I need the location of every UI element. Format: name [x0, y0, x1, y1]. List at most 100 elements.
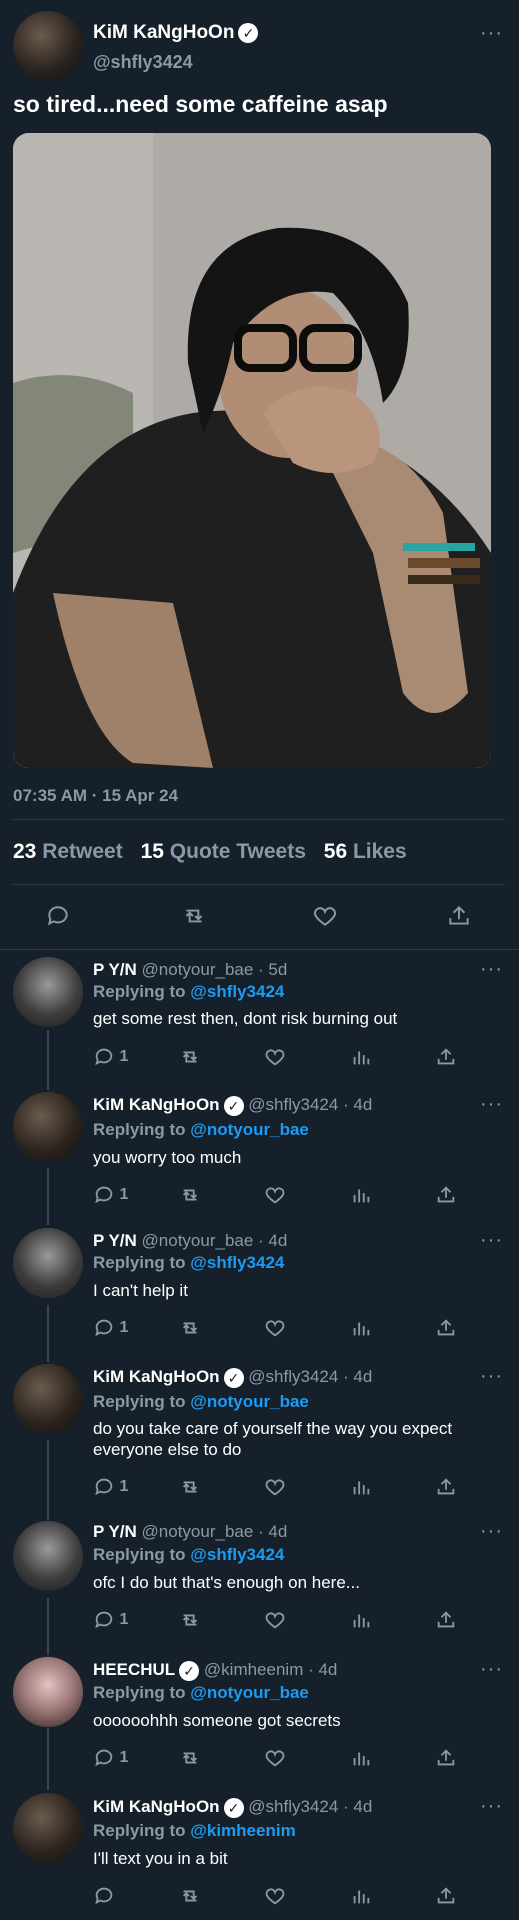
reply-action-share[interactable]	[435, 1046, 457, 1073]
reply-action-analytics[interactable]	[350, 1885, 372, 1912]
reply-action-analytics[interactable]	[350, 1046, 372, 1073]
author-avatar[interactable]	[13, 11, 83, 81]
author-handle[interactable]: @shfly3424	[93, 52, 193, 73]
reply-action-analytics[interactable]	[350, 1609, 372, 1636]
reply-avatar[interactable]	[13, 1228, 83, 1298]
reply-action-analytics[interactable]	[350, 1184, 372, 1211]
quotes-label: Quote Tweets	[169, 840, 306, 863]
replying-to-link[interactable]: @shfly3424	[190, 982, 284, 1001]
like-button[interactable]	[312, 903, 338, 929]
more-options-icon[interactable]: ···	[480, 1229, 503, 1252]
reply-action-analytics[interactable]	[350, 1317, 372, 1344]
reply-handle[interactable]: @kimheenim · 4d	[204, 1660, 337, 1679]
replying-to-link[interactable]: @shfly3424	[190, 1545, 284, 1564]
reply-action-like[interactable]	[264, 1046, 286, 1073]
reply-action-analytics[interactable]	[350, 1476, 372, 1503]
reply-avatar[interactable]	[13, 1364, 83, 1434]
reply-action-share[interactable]	[435, 1317, 457, 1344]
reply-avatar[interactable]	[13, 957, 83, 1027]
author-name-row[interactable]: KiM KaNgHoOn ✓	[93, 22, 259, 44]
reply-action-reply[interactable]: 1	[93, 1609, 128, 1631]
more-options-icon[interactable]: ···	[480, 1795, 503, 1818]
reply-count: 1	[119, 1048, 129, 1066]
tweet-photo[interactable]	[13, 133, 491, 768]
reply-action-share[interactable]	[435, 1184, 457, 1211]
reply-avatar[interactable]	[13, 1657, 83, 1727]
reply-action-like[interactable]	[264, 1885, 286, 1912]
thread-line	[47, 1598, 49, 1655]
reply-author-name[interactable]: P Y/N	[93, 1231, 137, 1250]
replying-to-link[interactable]: @shfly3424	[190, 1253, 284, 1272]
reply-author-name[interactable]: KiM KaNgHoOn	[93, 1797, 220, 1816]
reply-action-reply[interactable]	[93, 1885, 115, 1907]
retweet-button[interactable]	[180, 903, 208, 929]
reply-handle[interactable]: @notyour_bae · 5d	[142, 960, 288, 979]
reply-handle[interactable]: @notyour_bae · 4d	[142, 1522, 288, 1541]
author-name: KiM KaNgHoOn	[93, 22, 235, 43]
reply-author-name[interactable]: KiM KaNgHoOn	[93, 1367, 220, 1386]
reply-action-reply[interactable]: 1	[93, 1184, 128, 1206]
reply-button[interactable]	[45, 903, 71, 929]
reply-action-retweet[interactable]	[178, 1476, 202, 1503]
more-options-icon[interactable]: ···	[480, 958, 503, 981]
more-options-icon[interactable]: ···	[480, 1093, 503, 1116]
share-icon	[437, 1478, 455, 1495]
reply-avatar[interactable]	[13, 1521, 83, 1591]
reply-count: 1	[119, 1186, 129, 1204]
reply-count: 1	[119, 1611, 129, 1629]
reply-author-name[interactable]: P Y/N	[93, 960, 137, 979]
reply-handle[interactable]: @shfly3424 · 4d	[248, 1367, 372, 1386]
share-button[interactable]	[446, 903, 472, 929]
reply-action-reply[interactable]: 1	[93, 1747, 128, 1769]
retweets-stat[interactable]: 23 Retweet	[13, 840, 123, 863]
reply-action-analytics[interactable]	[350, 1747, 372, 1774]
replying-to-link[interactable]: @notyour_bae	[190, 1120, 309, 1139]
more-options-icon[interactable]: ···	[480, 1520, 503, 1543]
reply-action-share[interactable]	[435, 1476, 457, 1503]
reply-avatar[interactable]	[13, 1092, 83, 1162]
reply-action-retweet[interactable]	[178, 1184, 202, 1211]
more-options-icon[interactable]: ···	[480, 22, 503, 45]
reply-action-retweet[interactable]	[178, 1885, 202, 1912]
reply-avatar[interactable]	[13, 1793, 83, 1863]
replying-to-link[interactable]: @notyour_bae	[190, 1683, 309, 1702]
reply-action-reply[interactable]: 1	[93, 1046, 128, 1068]
reply-action-like[interactable]	[264, 1476, 286, 1503]
likes-stat[interactable]: 56 Likes	[324, 840, 407, 863]
reply-action-like[interactable]	[264, 1609, 286, 1636]
tweet-timestamp[interactable]: 07:35 AM · 15 Apr 24	[13, 786, 178, 806]
reply-action-reply[interactable]: 1	[93, 1476, 128, 1498]
reply-handle[interactable]: @notyour_bae · 4d	[142, 1231, 288, 1250]
more-options-icon[interactable]: ···	[480, 1365, 503, 1388]
reply-text: ofc I do but that's enough on here...	[93, 1573, 360, 1592]
replying-label: Replying to	[93, 1120, 186, 1139]
quotes-stat[interactable]: 15 Quote Tweets	[141, 840, 306, 863]
reply-action-share[interactable]	[435, 1609, 457, 1636]
more-options-icon[interactable]: ···	[480, 1658, 503, 1681]
divider	[13, 819, 505, 820]
analytics-icon	[353, 1481, 370, 1495]
reply-action-retweet[interactable]	[178, 1747, 202, 1774]
reply-action-retweet[interactable]	[178, 1609, 202, 1636]
reply-action-like[interactable]	[264, 1317, 286, 1344]
reply-handle[interactable]: @shfly3424 · 4d	[248, 1797, 372, 1816]
reply-icon	[95, 1611, 113, 1629]
reply-action-retweet[interactable]	[178, 1317, 202, 1344]
reply-icon	[95, 1186, 113, 1204]
reply-author-name[interactable]: HEECHUL	[93, 1660, 175, 1679]
reply-action-reply[interactable]: 1	[93, 1317, 128, 1339]
reply-action-share[interactable]	[435, 1747, 457, 1774]
reply-handle[interactable]: @shfly3424 · 4d	[248, 1095, 372, 1114]
reply-action-share[interactable]	[435, 1885, 457, 1912]
reply-action-like[interactable]	[264, 1747, 286, 1774]
reply-icon	[47, 906, 68, 926]
replying-to-link[interactable]: @kimheenim	[190, 1821, 295, 1840]
reply-author-name[interactable]: P Y/N	[93, 1522, 137, 1541]
reply-author-name[interactable]: KiM KaNgHoOn	[93, 1095, 220, 1114]
reply-action-like[interactable]	[264, 1184, 286, 1211]
share-icon	[437, 1887, 455, 1904]
replying-to-link[interactable]: @notyour_bae	[190, 1392, 309, 1411]
replying-to: Replying to @shfly3424	[93, 982, 284, 1002]
reply-count: 1	[119, 1319, 129, 1337]
reply-action-retweet[interactable]	[178, 1046, 202, 1073]
